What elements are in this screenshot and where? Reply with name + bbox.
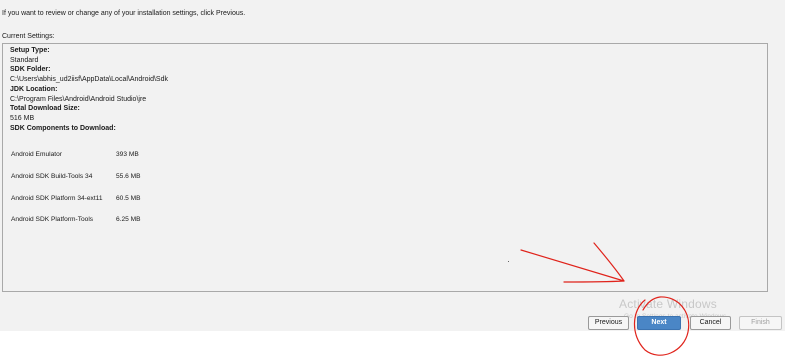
setting-value-setup-type: Standard	[10, 56, 39, 64]
finish-button: Finish	[739, 316, 782, 330]
previous-button[interactable]: Previous	[588, 316, 629, 330]
component-row: Android Emulator 393 MB	[11, 144, 141, 166]
settings-content: Setup Type: Standard SDK Folder: C:\User…	[10, 46, 168, 133]
bottom-white-strip	[0, 331, 785, 358]
component-size: 60.5 MB	[116, 194, 141, 202]
intro-text: If you want to review or change any of y…	[2, 10, 246, 17]
activate-windows-watermark: Activate Windows	[619, 297, 717, 311]
stray-dot	[508, 261, 509, 262]
component-row: Android SDK Platform 34-ext11 60.5 MB	[11, 187, 141, 209]
component-size: 6.25 MB	[116, 216, 141, 224]
setting-key-download-size: Total Download Size:	[10, 105, 80, 113]
setting-value-download-size: 516 MB	[10, 114, 35, 122]
components-table: Android Emulator 393 MB Android SDK Buil…	[11, 144, 141, 231]
component-size: 393 MB	[116, 151, 139, 159]
component-size: 55.6 MB	[116, 173, 141, 181]
setting-key-sdk-components: SDK Components to Download:	[10, 124, 116, 132]
component-name: Android SDK Platform 34-ext11	[11, 194, 103, 202]
next-button[interactable]: Next	[637, 316, 681, 330]
cancel-button[interactable]: Cancel	[690, 316, 731, 330]
setting-value-sdk-folder: C:\Users\abhis_ud2iisf\AppData\Local\And…	[10, 76, 168, 84]
current-settings-label: Current Settings:	[2, 33, 55, 40]
setting-value-jdk-location: C:\Program Files\Android\Android Studio\…	[10, 95, 147, 103]
setting-key-jdk-location: JDK Location:	[10, 85, 58, 93]
component-row: Android SDK Build-Tools 34 55.6 MB	[11, 166, 141, 188]
component-name: Android SDK Platform-Tools	[11, 216, 94, 224]
component-name: Android SDK Build-Tools 34	[11, 173, 93, 181]
component-row: Android SDK Platform-Tools 6.25 MB	[11, 209, 141, 231]
component-name: Android Emulator	[11, 151, 62, 159]
setting-key-setup-type: Setup Type:	[10, 47, 50, 54]
setting-key-sdk-folder: SDK Folder:	[10, 66, 51, 74]
settings-box[interactable]: Setup Type: Standard SDK Folder: C:\User…	[2, 43, 768, 292]
